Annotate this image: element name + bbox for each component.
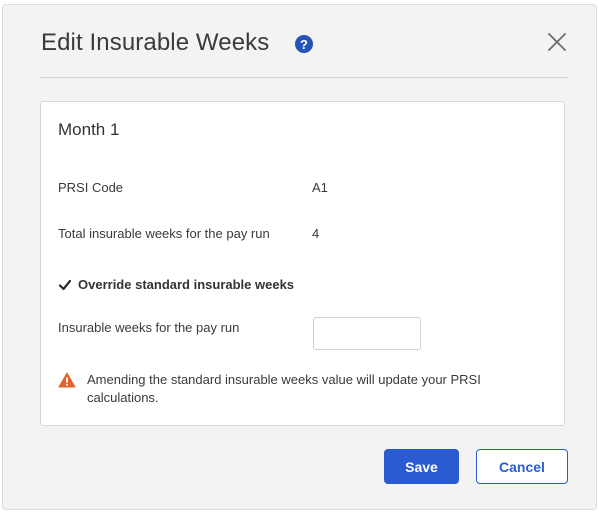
dialog-header: Edit Insurable Weeks ? — [39, 5, 568, 78]
save-button[interactable]: Save — [384, 449, 459, 484]
checkmark-icon[interactable] — [58, 278, 72, 292]
total-weeks-label: Total insurable weeks for the pay run — [58, 226, 270, 241]
warning-message: Amending the standard insurable weeks va… — [87, 372, 481, 405]
insurable-weeks-input[interactable] — [313, 317, 421, 350]
dialog-title: Edit Insurable Weeks — [41, 29, 270, 56]
weeks-input-label: Insurable weeks for the pay run — [58, 320, 240, 335]
edit-insurable-weeks-dialog: Edit Insurable Weeks ? Month 1 PRSI Code… — [2, 4, 597, 510]
warning-triangle-icon — [58, 372, 76, 388]
cancel-button[interactable]: Cancel — [476, 449, 568, 484]
override-checkbox-row[interactable]: Override standard insurable weeks — [58, 277, 294, 292]
prsi-code-value: A1 — [312, 180, 328, 195]
override-checkbox-label: Override standard insurable weeks — [78, 277, 295, 292]
prsi-code-label: PRSI Code — [58, 180, 124, 195]
help-icon[interactable]: ? — [295, 35, 313, 53]
total-weeks-value: 4 — [312, 226, 320, 241]
month-card: Month 1 PRSI Code A1 Total insurable wee… — [40, 101, 565, 426]
close-icon[interactable] — [546, 31, 568, 53]
card-title: Month 1 — [58, 120, 120, 139]
